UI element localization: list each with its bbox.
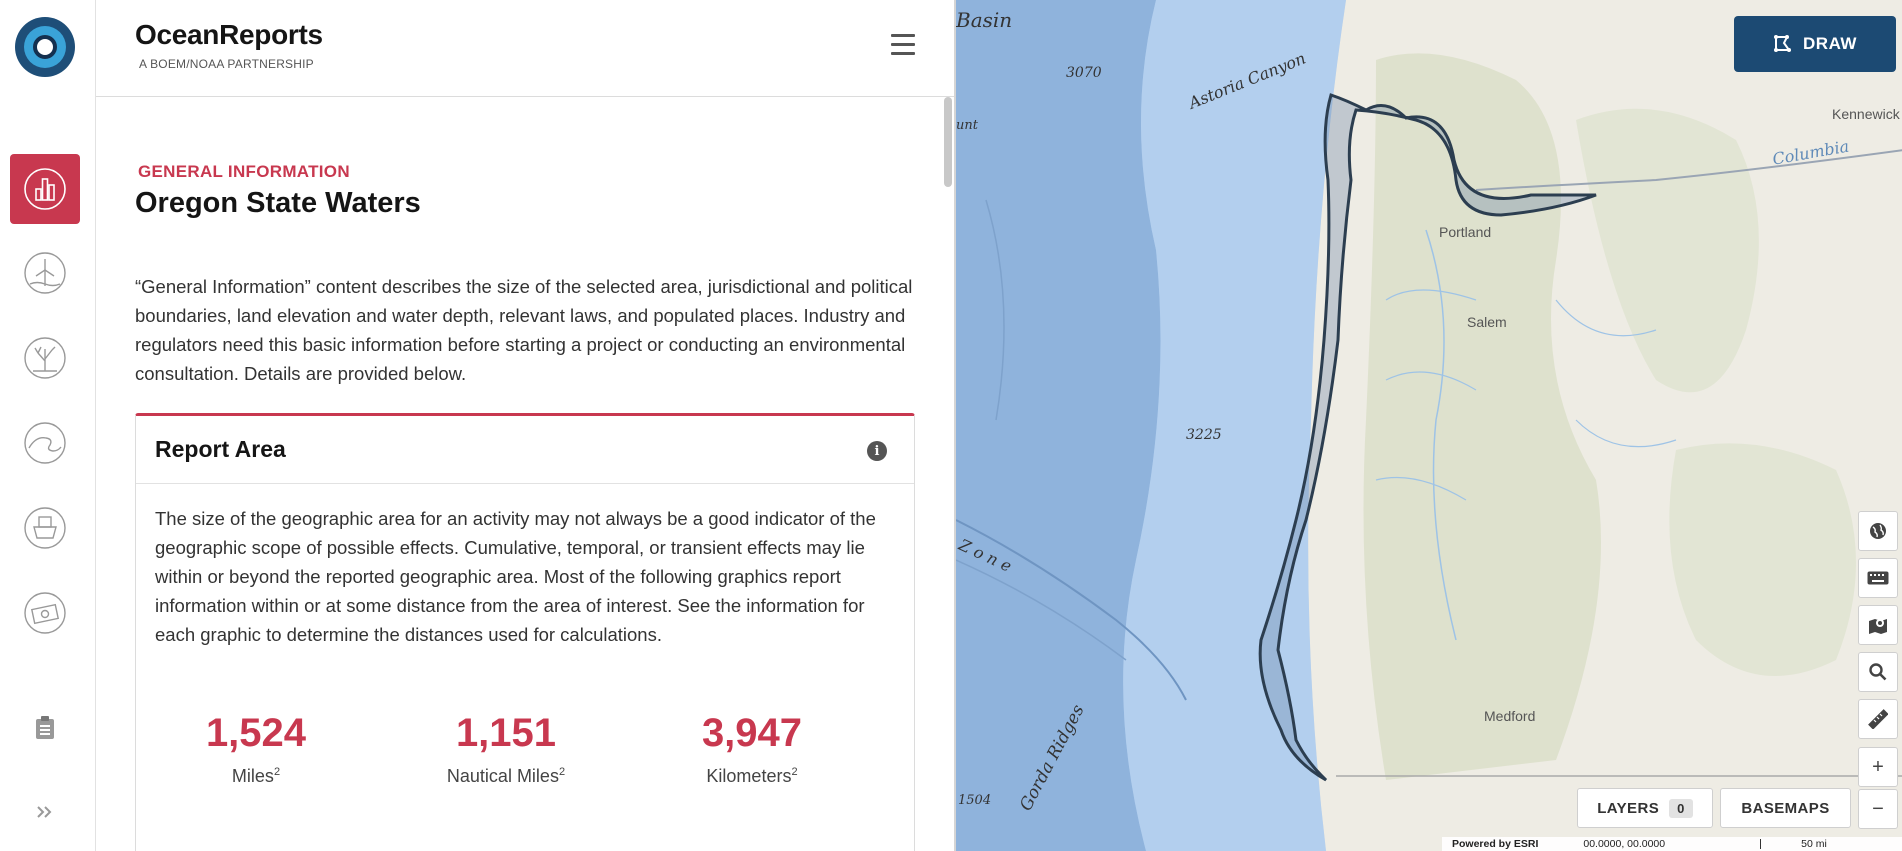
draw-label: DRAW (1803, 34, 1857, 53)
app-header: OceanReports A BOEM/NOAA PARTNERSHIP (96, 0, 954, 97)
map-label-portland: Portland (1439, 224, 1492, 240)
nav-transportation-button[interactable] (10, 493, 80, 563)
draw-polygon-icon (1774, 35, 1792, 52)
nav-natural-resources-button[interactable] (10, 323, 80, 393)
map-attribution-bar: Powered by ESRI 00.0000, 00.0000 50 mi (1442, 837, 1902, 851)
ruler-icon[interactable] (1858, 699, 1898, 739)
scrollbar[interactable] (944, 97, 952, 187)
basemaps-button[interactable]: BASEMAPS (1720, 788, 1851, 828)
layers-label: LAYERS (1597, 799, 1660, 817)
map-label-unt: unt (956, 118, 978, 133)
double-chevron-right-icon[interactable] (30, 797, 60, 827)
map-label-salem: Salem (1467, 314, 1507, 330)
ship-icon (24, 507, 66, 549)
stat-label: Kilometers (706, 766, 792, 786)
nav-general-information-button[interactable] (10, 154, 80, 224)
draw-button[interactable]: DRAW (1734, 16, 1896, 72)
stat-nautical-miles: 1,151 Nautical Miles2 (386, 711, 626, 787)
coral-icon (24, 337, 66, 379)
layers-button[interactable]: LAYERS 0 (1577, 788, 1713, 828)
map-label-basin: Basin (956, 8, 1013, 32)
card-title: Report Area (155, 436, 286, 462)
page-title: Oregon State Waters (135, 187, 421, 219)
layers-count-badge: 0 (1669, 798, 1693, 818)
nav-oceanographic-button[interactable] (10, 408, 80, 478)
wave-icon (24, 422, 66, 464)
stat-value: 1,151 (455, 711, 557, 755)
money-icon (24, 592, 66, 634)
zoom-out-button[interactable]: − (1858, 789, 1898, 829)
scale-bar (1760, 839, 1762, 849)
map-label-depth: 3225 (1186, 427, 1222, 443)
globe-icon[interactable] (1858, 511, 1898, 551)
hamburger-menu-icon[interactable] (891, 34, 915, 56)
stat-label: Miles (231, 766, 274, 786)
section-eyebrow: GENERAL INFORMATION (138, 162, 350, 181)
stat-miles: 1,524 Miles2 (136, 711, 376, 787)
map-label-depth: 1504 (958, 793, 992, 808)
coordinate-readout: 00.0000, 00.0000 (1583, 838, 1666, 850)
map-label-depth: 3070 (1066, 65, 1102, 81)
section-intro: “General Information” content describes … (135, 276, 913, 384)
card-header: Report Area i (136, 416, 914, 484)
card-description: The size of the geographic area for an a… (155, 508, 876, 645)
left-nav-rail (0, 0, 96, 851)
bar-chart-icon (24, 168, 66, 210)
map-view[interactable]: Basin 3070 unt Astoria Canyon Columbia K… (954, 0, 1902, 851)
stat-label: Nautical Miles (446, 766, 559, 786)
map-label-kennewick: Kennewick (1832, 106, 1900, 122)
nav-economics-button[interactable] (10, 578, 80, 648)
report-area-card: Report Area i The size of the geographic… (135, 413, 915, 851)
app-title: OceanReports (135, 19, 323, 50)
keyboard-icon[interactable] (1858, 558, 1898, 598)
zoom-in-button[interactable]: + (1858, 747, 1898, 787)
ocean-reports-logo-icon[interactable] (15, 17, 75, 77)
basemaps-label: BASEMAPS (1741, 799, 1830, 817)
stat-value: 3,947 (701, 711, 803, 755)
report-content-panel[interactable]: GENERAL INFORMATION Oregon State Waters … (96, 97, 954, 851)
search-icon[interactable] (1858, 652, 1898, 692)
scale-label: 50 mi (1801, 838, 1827, 850)
wind-turbine-icon (24, 252, 66, 294)
clipboard-icon[interactable] (30, 713, 60, 743)
app-subtitle: A BOEM/NOAA PARTNERSHIP (139, 57, 314, 71)
stat-value: 1,524 (205, 711, 307, 755)
info-icon[interactable]: i (867, 441, 887, 461)
stat-kilometers: 3,947 Kilometers2 (632, 711, 872, 787)
attribution-text: Powered by ESRI (1452, 838, 1539, 850)
nav-energy-button[interactable] (10, 238, 80, 308)
map-label-medford: Medford (1484, 708, 1536, 724)
map-pin-icon[interactable] (1858, 605, 1898, 645)
basemap (956, 0, 1902, 851)
